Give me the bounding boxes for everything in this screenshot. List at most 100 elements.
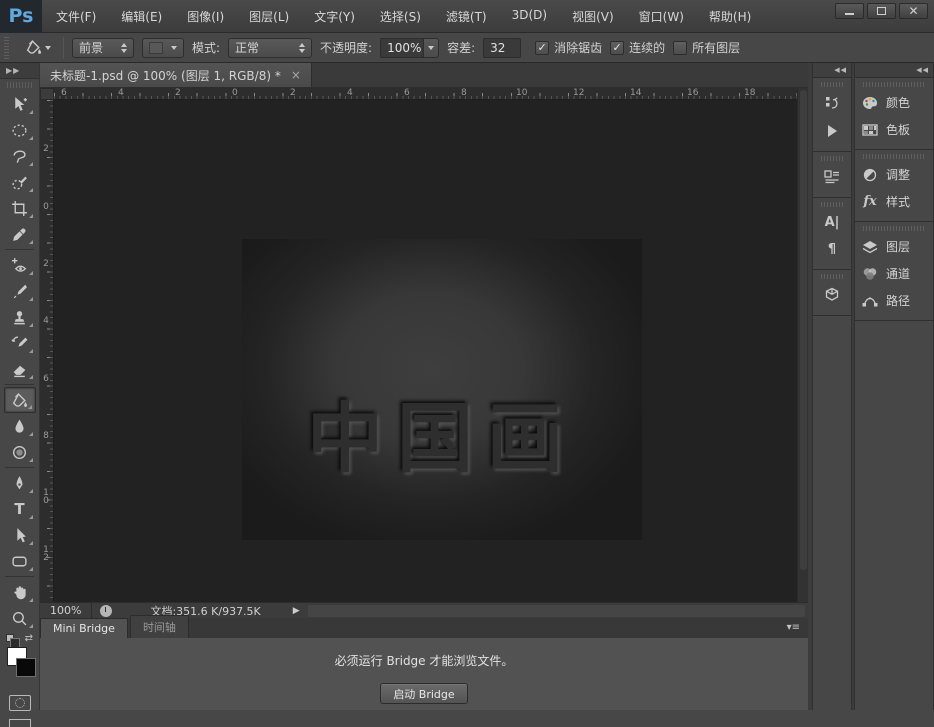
swap-colors-icon[interactable]: ⇄ xyxy=(25,633,33,644)
paths-panel-button[interactable]: 路径 xyxy=(855,287,933,314)
quick-selection-tool[interactable] xyxy=(4,169,36,195)
panel-grip[interactable] xyxy=(863,154,925,159)
menu-image[interactable]: 图像(I) xyxy=(187,8,224,25)
rounded-rectangle-tool[interactable] xyxy=(4,548,36,574)
canvas-pasteboard[interactable]: 中国画 xyxy=(54,100,797,602)
menu-window[interactable]: 窗口(W) xyxy=(639,8,684,25)
menu-help[interactable]: 帮助(H) xyxy=(709,8,751,25)
character-panel-button[interactable]: A| xyxy=(813,209,851,236)
blur-tool[interactable] xyxy=(4,413,36,439)
antialias-checkbox[interactable]: ✓ xyxy=(535,41,549,55)
collapse-panels-button[interactable]: ◀◀ xyxy=(855,63,933,78)
panel-grip[interactable] xyxy=(821,202,843,207)
canvas-image[interactable]: 中国画 xyxy=(242,239,642,540)
mini-bridge-content: 必须运行 Bridge 才能浏览文件。 启动 Bridge xyxy=(40,638,808,704)
default-colors-icon[interactable] xyxy=(6,634,14,642)
panel-grip[interactable] xyxy=(863,82,925,87)
antialias-option[interactable]: ✓ 消除锯齿 xyxy=(535,39,602,56)
panel-grip[interactable] xyxy=(863,226,925,231)
adjustments-panel-button[interactable]: 调整 xyxy=(855,161,933,188)
fill-source-select[interactable]: 前景 xyxy=(72,38,134,58)
minimize-button[interactable] xyxy=(835,3,864,19)
swatches-panel-button[interactable]: 色板 xyxy=(855,116,933,143)
pattern-swatch-select[interactable] xyxy=(142,38,184,58)
zoom-tool[interactable] xyxy=(4,605,36,631)
paint-bucket-tool[interactable] xyxy=(4,387,36,413)
menu-3d[interactable]: 3D(D) xyxy=(512,8,547,25)
all-layers-checkbox[interactable] xyxy=(673,41,687,55)
vertical-scrollbar[interactable] xyxy=(797,88,808,602)
healing-brush-tool[interactable] xyxy=(4,252,36,278)
tools-panel-grip[interactable] xyxy=(7,82,32,88)
layers-panel-icon xyxy=(861,239,879,255)
menu-edit[interactable]: 编辑(E) xyxy=(121,8,162,25)
menu-filter[interactable]: 滤镜(T) xyxy=(446,8,487,25)
eyedropper-tool[interactable] xyxy=(4,221,36,247)
zoom-level-field[interactable]: 100% xyxy=(40,604,91,617)
history-brush-tool[interactable] xyxy=(4,330,36,356)
menu-file[interactable]: 文件(F) xyxy=(56,8,96,25)
panel-menu-icon[interactable]: ▾≡ xyxy=(787,622,800,633)
properties-panel-button[interactable] xyxy=(813,163,851,191)
panel-grip[interactable] xyxy=(821,82,843,87)
channels-panel-button[interactable]: 通道 xyxy=(855,260,933,287)
horizontal-scrollbar[interactable] xyxy=(308,605,805,617)
tab-timeline[interactable]: 时间轴 xyxy=(130,615,189,638)
dodge-tool[interactable] xyxy=(4,439,36,465)
options-bar-grip[interactable] xyxy=(4,37,9,59)
menu-view[interactable]: 视图(V) xyxy=(572,8,614,25)
contiguous-option[interactable]: ✓ 连续的 xyxy=(610,39,665,56)
actions-panel-button[interactable] xyxy=(813,117,851,145)
marquee-tool[interactable] xyxy=(4,117,36,143)
close-button[interactable]: ✕ xyxy=(899,3,928,19)
menu-select[interactable]: 选择(S) xyxy=(380,8,421,25)
divider xyxy=(5,467,34,468)
menubar: 文件(F) 编辑(E) 图像(I) 图层(L) 文字(Y) 选择(S) 滤镜(T… xyxy=(56,8,751,25)
mode-select[interactable]: 正常 xyxy=(228,38,312,58)
menu-layer[interactable]: 图层(L) xyxy=(249,8,289,25)
history-panel-button[interactable] xyxy=(813,89,851,117)
tab-mini-bridge[interactable]: Mini Bridge xyxy=(40,618,128,638)
menu-type[interactable]: 文字(Y) xyxy=(314,8,355,25)
opacity-dropdown-button[interactable] xyxy=(423,38,439,58)
document-tab[interactable]: 未标题-1.psd @ 100% (图层 1, RGB/8) * × xyxy=(40,63,312,87)
contiguous-checkbox[interactable]: ✓ xyxy=(610,41,624,55)
vertical-ruler[interactable]: 2 0 2 4 6 8 10 12 xyxy=(40,100,54,602)
clone-stamp-tool[interactable] xyxy=(4,304,36,330)
background-color-swatch[interactable] xyxy=(16,658,36,677)
updown-caret-icon xyxy=(299,43,305,53)
panel-grip[interactable] xyxy=(821,274,843,279)
brush-tool[interactable] xyxy=(4,278,36,304)
layers-panel-button[interactable]: 图层 xyxy=(855,233,933,260)
tab-close-icon[interactable]: × xyxy=(291,68,301,82)
divider xyxy=(5,384,34,385)
lasso-tool[interactable] xyxy=(4,143,36,169)
quick-mask-button[interactable] xyxy=(9,695,31,711)
color-panel-button[interactable]: 颜色 xyxy=(855,89,933,116)
tolerance-input[interactable]: 32 xyxy=(483,38,521,58)
opacity-input[interactable]: 100% xyxy=(380,38,424,58)
active-tool-preset[interactable] xyxy=(21,37,55,58)
path-selection-tool[interactable] xyxy=(4,522,36,548)
status-menu-arrow-icon[interactable]: ▶ xyxy=(293,606,300,616)
clock-icon[interactable] xyxy=(100,605,112,617)
crop-tool[interactable] xyxy=(4,195,36,221)
maximize-button[interactable] xyxy=(867,3,896,19)
collapse-panels-button[interactable]: ◀◀ xyxy=(813,63,851,78)
screen-mode-button[interactable] xyxy=(9,719,31,727)
launch-bridge-button[interactable]: 启动 Bridge xyxy=(380,683,468,704)
styles-panel-button[interactable]: fx 样式 xyxy=(855,188,933,215)
pen-tool[interactable] xyxy=(4,470,36,496)
horizontal-ruler[interactable]: 6 4 2 0 2 4 6 8 10 12 14 16 18 xyxy=(54,88,797,100)
hand-tool[interactable] xyxy=(4,579,36,605)
ruler-corner[interactable] xyxy=(40,88,54,100)
tools-panel-header[interactable]: ▶▶ xyxy=(0,63,39,79)
scrollbar-thumb[interactable] xyxy=(800,90,807,570)
type-tool[interactable]: T xyxy=(4,496,36,522)
3d-panel-button[interactable] xyxy=(813,281,851,309)
paragraph-panel-button[interactable]: ¶ xyxy=(813,236,851,263)
eraser-tool[interactable] xyxy=(4,356,36,382)
all-layers-option[interactable]: 所有图层 xyxy=(673,39,740,56)
move-tool[interactable] xyxy=(4,91,36,117)
panel-grip[interactable] xyxy=(821,156,843,161)
